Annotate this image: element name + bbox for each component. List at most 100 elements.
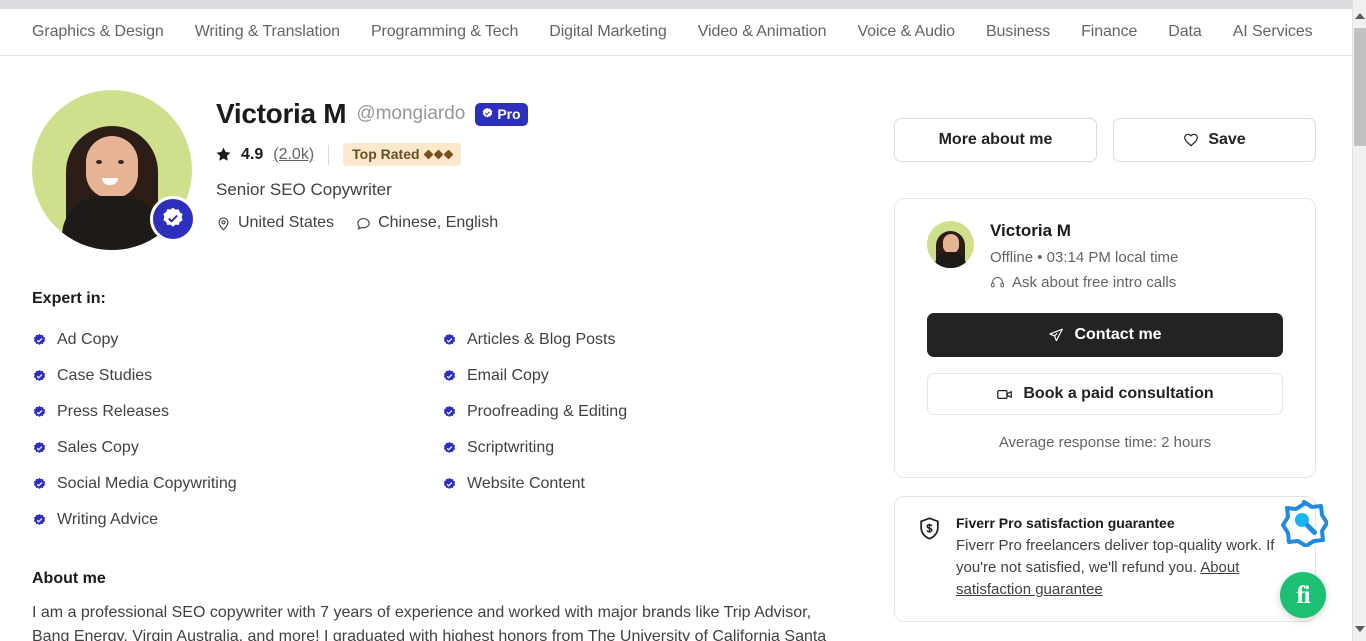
expert-item: Website Content — [442, 466, 852, 502]
expert-item-label: Articles & Blog Posts — [467, 331, 616, 348]
speech-bubble-icon — [357, 217, 370, 230]
contact-me-label: Contact me — [1074, 326, 1162, 343]
profile-header: Victoria M @mongiardo Pro 4.9 (2.0k) Top… — [32, 90, 852, 250]
check-badge-icon — [443, 333, 456, 345]
check-badge-icon — [33, 405, 46, 417]
expert-item: Proofreading & Editing — [442, 394, 852, 430]
scrollbar-thumb[interactable] — [1354, 28, 1366, 146]
send-icon — [1049, 328, 1064, 342]
expert-item: Articles & Blog Posts — [442, 322, 852, 358]
expert-grid-spacer — [442, 502, 852, 538]
location-label: United States — [238, 214, 335, 231]
expert-item: Writing Advice — [32, 502, 442, 538]
check-badge-icon — [443, 441, 456, 453]
rating-row: 4.9 (2.0k) Top Rated — [216, 143, 528, 166]
seller-avatar[interactable] — [927, 221, 974, 268]
expert-item: Social Media Copywriting — [32, 466, 442, 502]
scroll-down-arrow-icon[interactable] — [1353, 621, 1366, 637]
pro-badge: Pro — [475, 102, 529, 126]
extension-search-icon[interactable] — [1280, 499, 1329, 548]
headset-icon — [991, 277, 1004, 288]
satisfaction-guarantee-card: Fiverr Pro satisfaction guarantee Fiverr… — [894, 496, 1316, 622]
divider — [328, 144, 330, 165]
location-item: United States — [216, 214, 334, 232]
scroll-up-arrow-icon[interactable] — [1353, 8, 1366, 24]
rating-value: 4.9 — [241, 145, 264, 163]
page-scrollbar[interactable] — [1352, 0, 1366, 641]
fiverr-chat-fab[interactable]: fi — [1280, 572, 1326, 618]
profile-page: Victoria M @mongiardo Pro 4.9 (2.0k) Top… — [0, 56, 1352, 641]
nav-item-voice-audio[interactable]: Voice & Audio — [857, 23, 955, 41]
check-badge-icon — [33, 441, 46, 453]
star-icon — [216, 147, 231, 161]
nav-item-video-animation[interactable]: Video & Animation — [698, 23, 827, 41]
expert-item: Scriptwriting — [442, 430, 852, 466]
nav-item-graphics-design[interactable]: Graphics & Design — [32, 23, 164, 41]
expert-item: Case Studies — [32, 358, 442, 394]
contact-card: Victoria M Offline • 03:14 PM local time… — [894, 198, 1316, 478]
browser-chrome-strip — [0, 0, 1352, 9]
expert-item-label: Writing Advice — [57, 511, 159, 528]
check-badge-icon — [33, 333, 46, 345]
page-title: Victoria M — [216, 98, 347, 129]
guarantee-body: Fiverr Pro freelancers deliver top-quali… — [956, 535, 1286, 601]
nav-item-ai-services[interactable]: AI Services — [1233, 23, 1313, 41]
browser-viewport: Graphics & Design Writing & Translation … — [0, 0, 1366, 641]
seller-status: Offline • 03:14 PM local time — [990, 249, 1179, 266]
about-me-heading: About me — [32, 570, 106, 587]
expert-item-label: Case Studies — [57, 367, 153, 384]
expert-in-heading: Expert in: — [32, 290, 106, 307]
expert-item-label: Website Content — [467, 475, 585, 492]
seller-name: Victoria M — [990, 221, 1071, 240]
job-title: Senior SEO Copywriter — [216, 180, 392, 199]
nav-item-programming-tech[interactable]: Programming & Tech — [371, 23, 518, 41]
expert-item-label: Scriptwriting — [467, 439, 555, 456]
nav-item-business[interactable]: Business — [986, 23, 1050, 41]
about-me-text: I am a professional SEO copywriter with … — [32, 601, 850, 641]
nav-item-digital-marketing[interactable]: Digital Marketing — [549, 23, 667, 41]
expert-item: Email Copy — [442, 358, 852, 394]
nav-item-data[interactable]: Data — [1168, 23, 1202, 41]
avatar[interactable] — [32, 90, 196, 250]
expert-item-label: Sales Copy — [57, 439, 139, 456]
book-consultation-button[interactable]: Book a paid consultation — [927, 373, 1283, 415]
save-button[interactable]: Save — [1113, 118, 1316, 162]
category-navbar: Graphics & Design Writing & Translation … — [0, 9, 1352, 56]
intro-calls-label: Ask about free intro calls — [1012, 274, 1177, 291]
check-badge-icon — [443, 477, 456, 489]
profile-sidebar: More about me Save Victoria M Offline • … — [894, 118, 1316, 622]
fiverr-logo-icon: fi — [1296, 581, 1310, 609]
guarantee-title: Fiverr Pro satisfaction guarantee — [956, 515, 1175, 531]
profile-main-column: Victoria M @mongiardo Pro 4.9 (2.0k) Top… — [32, 90, 852, 641]
intro-calls-row: Ask about free intro calls — [990, 274, 1178, 291]
languages-label: Chinese, English — [378, 214, 499, 231]
expert-item: Sales Copy — [32, 430, 442, 466]
contact-me-button[interactable]: Contact me — [927, 313, 1283, 357]
about-me-body: I am a professional SEO copywriter with … — [32, 604, 827, 641]
rating-count-link[interactable]: (2.0k) — [273, 146, 314, 164]
expert-item-label: Email Copy — [467, 367, 549, 384]
top-rated-label: Top Rated — [352, 146, 420, 162]
expert-item: Press Releases — [32, 394, 442, 430]
expert-item-label: Press Releases — [57, 403, 170, 420]
sidebar-action-buttons: More about me Save — [894, 118, 1316, 162]
nav-item-writing-translation[interactable]: Writing & Translation — [195, 23, 340, 41]
guarantee-text-block: Fiverr Pro satisfaction guarantee Fiverr… — [956, 515, 1286, 601]
heart-icon — [1184, 133, 1199, 147]
expert-item-label: Ad Copy — [57, 331, 119, 348]
check-badge-icon — [33, 369, 46, 381]
response-time: Average response time: 2 hours — [998, 434, 1212, 451]
save-label: Save — [1208, 131, 1246, 148]
more-about-me-button[interactable]: More about me — [894, 118, 1097, 162]
profile-identity: Victoria M @mongiardo Pro 4.9 (2.0k) Top… — [216, 90, 529, 232]
expert-item-label: Proofreading & Editing — [467, 403, 628, 420]
languages-item: Chinese, English — [356, 214, 498, 232]
video-camera-icon — [997, 389, 1013, 399]
check-badge-icon — [33, 513, 46, 525]
check-badge-icon — [33, 477, 46, 489]
profile-meta-row: United States Chinese, English — [216, 214, 528, 232]
seller-details: Victoria M Offline • 03:14 PM local time… — [990, 221, 1178, 291]
username: @mongiardo — [356, 103, 466, 124]
nav-item-finance[interactable]: Finance — [1081, 23, 1137, 41]
location-pin-icon — [218, 216, 229, 231]
